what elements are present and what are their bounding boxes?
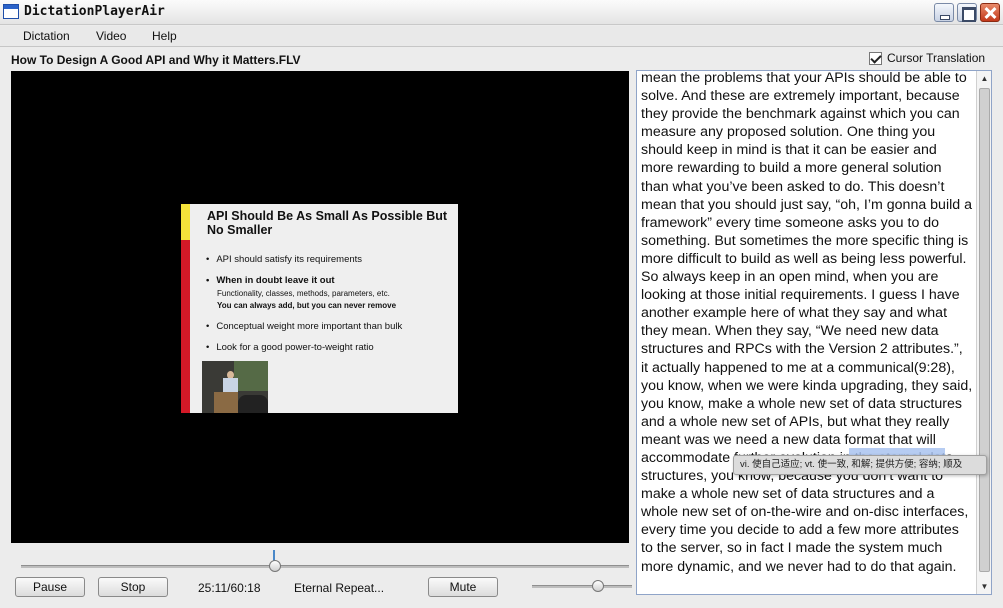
scroll-down-icon[interactable]: ▼ — [977, 579, 992, 594]
video-frame-slide: API Should Be As Small As Possible But N… — [181, 204, 458, 413]
volume-slider-thumb[interactable] — [592, 580, 604, 592]
speaker-thumbnail — [202, 361, 268, 413]
scrollbar-thumb[interactable] — [979, 88, 990, 572]
window-title: DictationPlayerAir — [24, 4, 165, 19]
seek-slider-track[interactable] — [21, 565, 629, 568]
slide-bullet: Look for a good power-to-weight ratio — [206, 342, 373, 353]
slide-sub-bullet: Functionality, classes, methods, paramet… — [217, 289, 390, 298]
slide-bullet: When in doubt leave it out — [206, 275, 334, 286]
slide-accent-yellow — [181, 204, 190, 240]
close-button[interactable] — [980, 3, 1000, 22]
slide-bullet: Conceptual weight more important than bu… — [206, 321, 402, 332]
file-title: How To Design A Good API and Why it Matt… — [11, 53, 301, 67]
menu-video[interactable]: Video — [96, 29, 126, 43]
transcript-panel[interactable]: mean the problems that your APIs should … — [636, 70, 992, 595]
transcript-scrollbar[interactable]: ▲ ▼ — [976, 71, 991, 594]
slide-bullet: API should satisfy its requirements — [206, 254, 362, 265]
slide-sub-bullet: You can always add, but you can never re… — [217, 301, 397, 310]
maximize-button[interactable] — [957, 3, 977, 22]
slide-title: API Should Be As Small As Possible But N… — [207, 209, 448, 237]
cursor-translation-label: Cursor Translation — [887, 51, 986, 65]
time-display: 25:11/60:18 — [198, 581, 261, 595]
slide-accent-red — [181, 240, 190, 413]
seek-slider-thumb[interactable] — [269, 560, 281, 572]
mute-button[interactable]: Mute — [428, 577, 498, 597]
cursor-translation-checkbox[interactable] — [869, 51, 882, 65]
minimize-button[interactable] — [934, 3, 954, 22]
pause-button[interactable]: Pause — [15, 577, 85, 597]
menu-bar: Dictation Video Help — [0, 26, 1003, 47]
transcript-text[interactable]: mean the problems that your APIs should … — [641, 71, 973, 576]
video-player[interactable]: API Should Be As Small As Possible But N… — [11, 71, 629, 543]
title-bar: DictationPlayerAir — [0, 0, 1003, 25]
menu-help[interactable]: Help — [152, 29, 177, 43]
cursor-translation-toggle[interactable]: Cursor Translation — [869, 51, 985, 65]
scroll-up-icon[interactable]: ▲ — [977, 71, 992, 86]
app-icon — [3, 4, 19, 19]
translation-tooltip: vi. 使自己适应; vt. 使一致, 和解; 提供方便; 容纳; 顺及 — [733, 455, 987, 475]
repeat-mode-label[interactable]: Eternal Repeat... — [294, 581, 384, 595]
volume-slider-track[interactable] — [532, 585, 632, 588]
stop-button[interactable]: Stop — [98, 577, 168, 597]
menu-dictation[interactable]: Dictation — [23, 29, 70, 43]
